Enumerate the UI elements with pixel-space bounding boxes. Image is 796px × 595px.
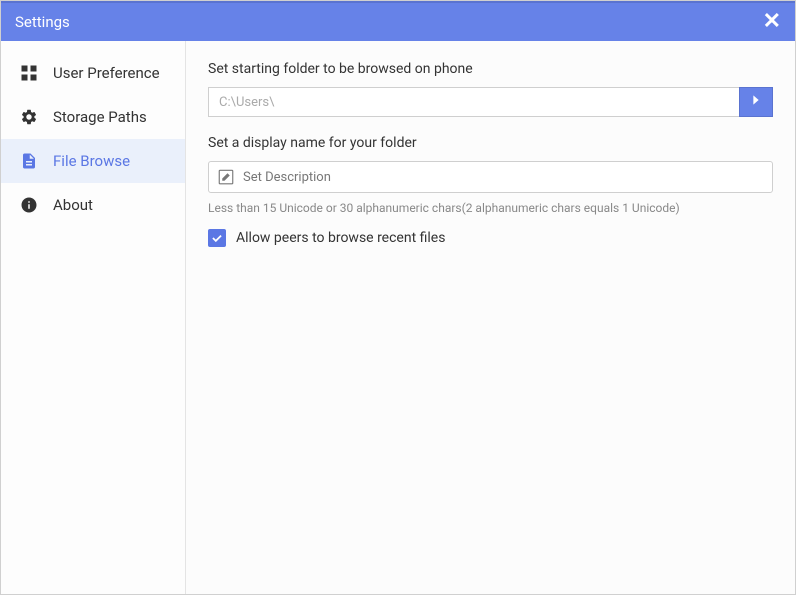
file-icon <box>19 151 39 171</box>
close-icon[interactable]: ✕ <box>763 11 781 33</box>
sidebar-item-label: User Preference <box>53 64 160 82</box>
display-name-placeholder: Set Description <box>243 170 331 185</box>
display-name-hint: Less than 15 Unicode or 30 alphanumeric … <box>208 201 773 215</box>
sidebar-item-label: File Browse <box>53 152 130 170</box>
chevron-right-icon <box>748 92 764 112</box>
gear-icon <box>19 107 39 127</box>
content-area: Set starting folder to be browsed on pho… <box>186 41 795 594</box>
starting-folder-input[interactable] <box>208 87 739 117</box>
window-title: Settings <box>15 13 70 31</box>
edit-icon <box>217 168 235 186</box>
display-name-label: Set a display name for your folder <box>208 135 773 151</box>
sidebar-item-label: About <box>53 196 93 214</box>
titlebar: Settings ✕ <box>1 1 795 41</box>
window-body: User Preference Storage Paths File Brows… <box>1 41 795 594</box>
sidebar-item-about[interactable]: About <box>1 183 185 227</box>
display-name-input[interactable]: Set Description <box>208 161 773 193</box>
allow-peers-row: Allow peers to browse recent files <box>208 229 773 247</box>
settings-window: Settings ✕ User Preference <box>0 0 796 595</box>
allow-peers-checkbox[interactable] <box>208 229 226 247</box>
sidebar-item-file-browse[interactable]: File Browse <box>1 139 185 183</box>
info-icon <box>19 195 39 215</box>
starting-folder-label: Set starting folder to be browsed on pho… <box>208 61 773 77</box>
grid-icon <box>19 63 39 83</box>
sidebar: User Preference Storage Paths File Brows… <box>1 41 186 594</box>
browse-button[interactable] <box>739 87 773 117</box>
allow-peers-label: Allow peers to browse recent files <box>236 230 445 246</box>
starting-folder-row <box>208 87 773 117</box>
sidebar-item-label: Storage Paths <box>53 108 147 126</box>
sidebar-item-storage-paths[interactable]: Storage Paths <box>1 95 185 139</box>
sidebar-item-user-preference[interactable]: User Preference <box>1 51 185 95</box>
